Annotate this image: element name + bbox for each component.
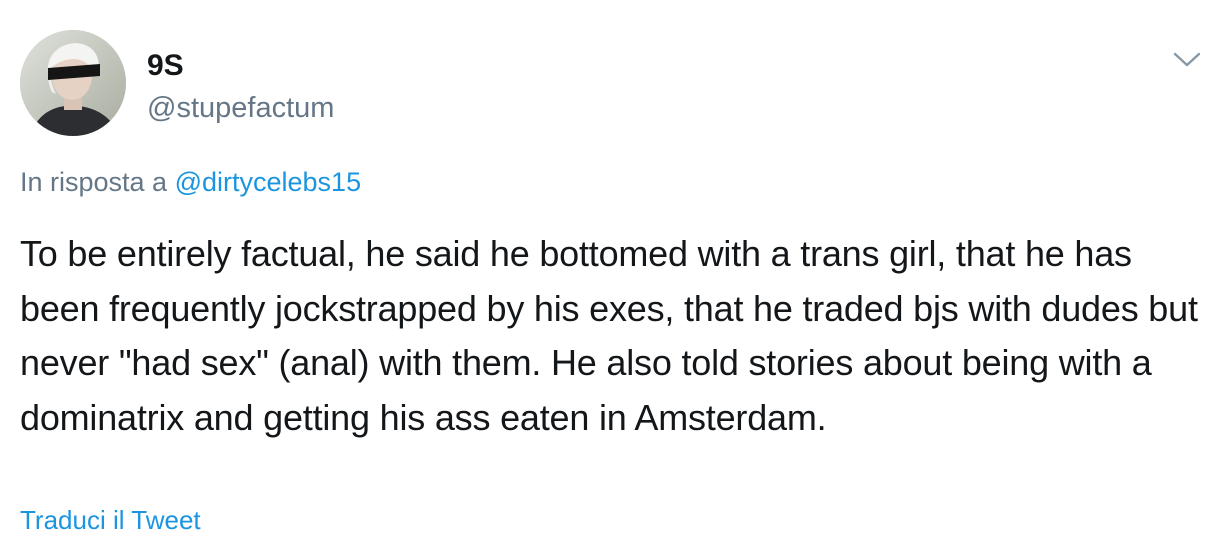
reply-prefix: In risposta a xyxy=(20,167,168,197)
tweet-text: To be entirely factual, he said he botto… xyxy=(20,233,1198,438)
avatar[interactable] xyxy=(20,30,126,136)
user-handle[interactable]: @stupefactum xyxy=(147,90,334,126)
reply-context: In risposta a @dirtycelebs15 xyxy=(20,164,361,200)
translate-tweet-link[interactable]: Traduci il Tweet xyxy=(20,502,201,538)
avatar-image xyxy=(20,30,126,136)
chevron-down-icon[interactable] xyxy=(1170,46,1204,72)
reply-mention-link[interactable]: @dirtycelebs15 xyxy=(175,167,362,197)
tweet-card: 9S @stupefactum In risposta a @dirtycele… xyxy=(0,0,1224,548)
display-name[interactable]: 9S xyxy=(147,48,184,84)
